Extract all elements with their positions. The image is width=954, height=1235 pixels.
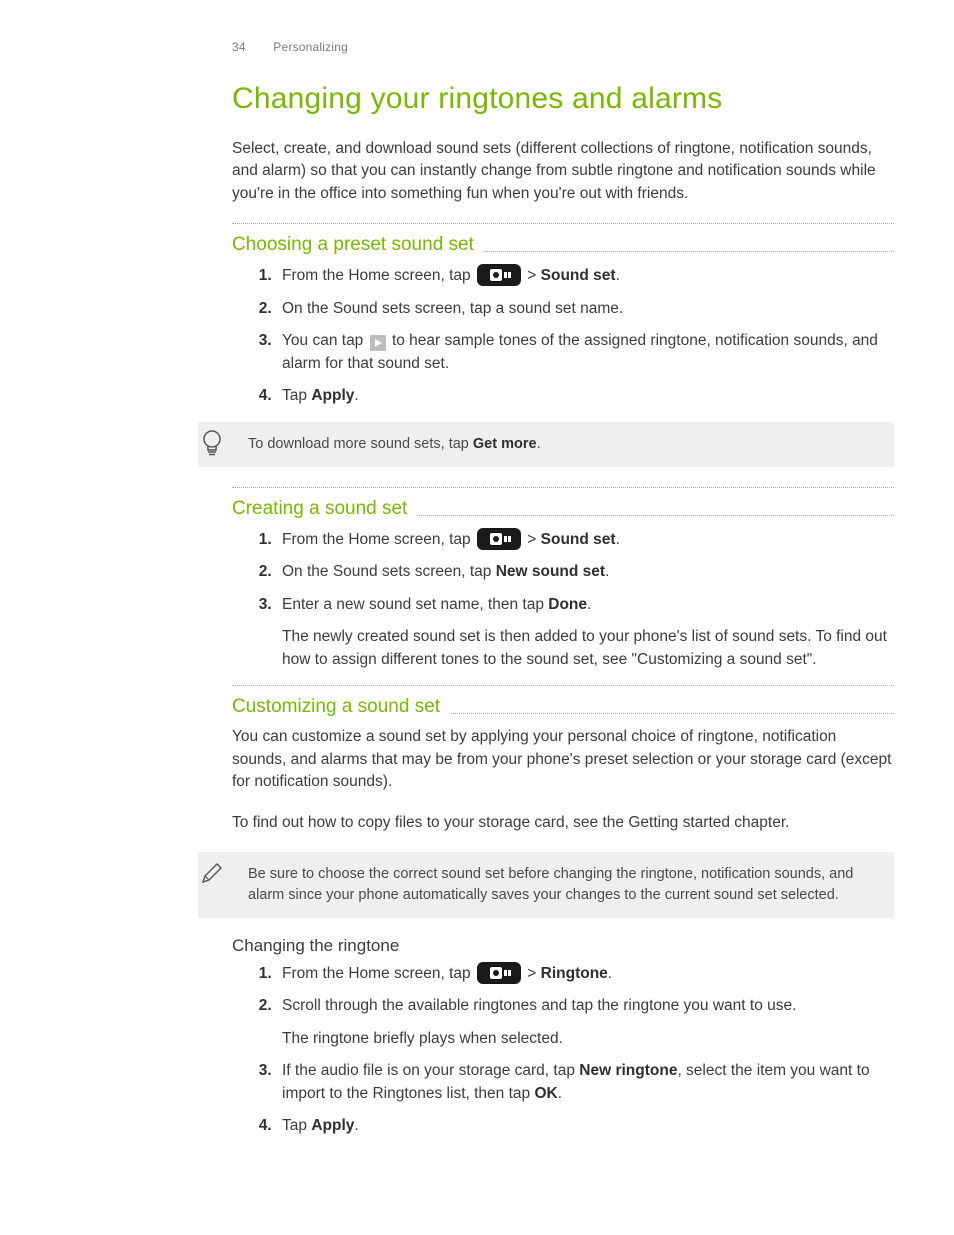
- step-item: If the audio file is on your storage car…: [276, 1060, 894, 1105]
- note-box: Be sure to choose the correct sound set …: [198, 852, 894, 918]
- steps-list: From the Home screen, tap > Ringtone. Sc…: [232, 962, 894, 1138]
- step-item: You can tap to hear sample tones of the …: [276, 330, 894, 375]
- main-content: Select, create, and download sound sets …: [232, 138, 894, 1138]
- step-item: On the Sound sets screen, tap a sound se…: [276, 298, 894, 320]
- section-choosing: Choosing a preset sound set From the Hom…: [232, 223, 894, 466]
- subsection-heading: Changing the ringtone: [232, 936, 894, 956]
- divider: [232, 487, 894, 488]
- step-item: From the Home screen, tap > Ringtone.: [276, 962, 894, 985]
- tip-box: To download more sound sets, tap Get mor…: [198, 422, 894, 467]
- body-paragraph: To find out how to copy files to your st…: [232, 812, 894, 834]
- lightbulb-icon: [196, 428, 228, 465]
- step-item: Tap Apply.: [276, 385, 894, 407]
- step-item: From the Home screen, tap > Sound set.: [276, 264, 894, 287]
- step-item: Tap Apply.: [276, 1115, 894, 1137]
- running-header: 34 Personalizing: [232, 40, 894, 54]
- personalize-icon: [477, 962, 521, 984]
- personalize-icon: [477, 528, 521, 550]
- divider: [232, 223, 894, 224]
- section-heading: Creating a sound set: [232, 498, 417, 520]
- step-item: Enter a new sound set name, then tap Don…: [276, 594, 894, 671]
- personalize-icon: [477, 264, 521, 286]
- section-creating: Creating a sound set From the Home scree…: [232, 487, 894, 671]
- body-paragraph: You can customize a sound set by applyin…: [232, 726, 894, 793]
- divider: [232, 685, 894, 686]
- page-number: 34: [232, 40, 246, 54]
- section-heading: Choosing a preset sound set: [232, 234, 484, 256]
- step-item: From the Home screen, tap > Sound set.: [276, 528, 894, 551]
- page-title: Changing your ringtones and alarms: [232, 82, 894, 116]
- steps-list: From the Home screen, tap > Sound set. O…: [232, 264, 894, 407]
- steps-list: From the Home screen, tap > Sound set. O…: [232, 528, 894, 671]
- chapter-name: Personalizing: [273, 40, 348, 54]
- intro-paragraph: Select, create, and download sound sets …: [232, 138, 894, 205]
- section-heading: Customizing a sound set: [232, 696, 450, 718]
- section-customizing: Customizing a sound set You can customiz…: [232, 685, 894, 1138]
- step-item: Scroll through the available ringtones a…: [276, 995, 894, 1050]
- step-item: On the Sound sets screen, tap New sound …: [276, 561, 894, 583]
- pencil-icon: [196, 860, 228, 893]
- document-page: 34 Personalizing Changing your ringtones…: [0, 0, 954, 1235]
- play-icon: [370, 335, 386, 351]
